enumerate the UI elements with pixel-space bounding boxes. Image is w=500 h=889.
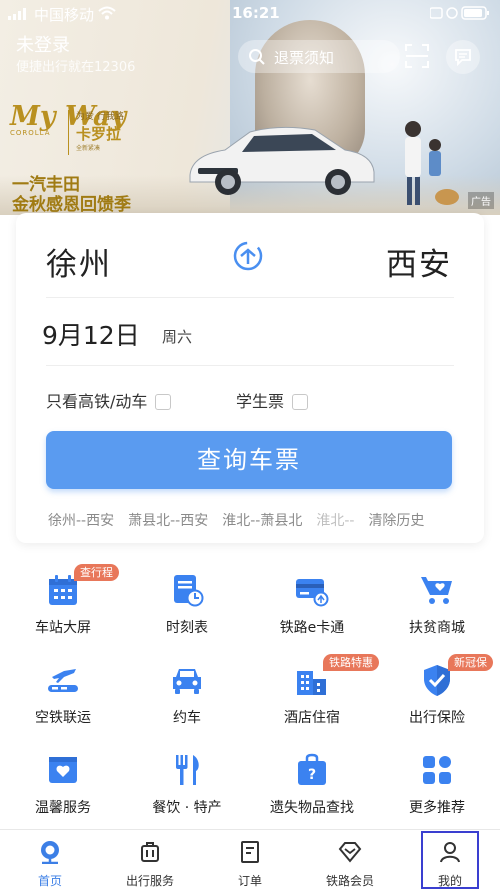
clear-history-button[interactable]: 清除历史 [368, 513, 424, 529]
service-label: 时刻表 [166, 620, 208, 636]
student-ticket-checkbox[interactable] [292, 394, 309, 410]
service-badge: 铁路特惠 [323, 654, 379, 671]
service-station-screen[interactable]: 查行程 车站大屏 [8, 564, 119, 653]
service-label: 温馨服务 [35, 800, 91, 816]
login-status[interactable]: 未登录 [16, 31, 70, 57]
history-item[interactable]: 萧县北--西安 [128, 513, 208, 529]
history-item[interactable]: 徐州--西安 [48, 513, 114, 529]
arrival-station[interactable]: 西安 [386, 239, 452, 284]
service-label: 约车 [173, 710, 201, 726]
order-icon [241, 841, 259, 863]
high-speed-only-label: 只看高铁/动车 [46, 392, 148, 411]
lost-found-icon: ? [298, 753, 326, 785]
service-label: 酒店住宿 [284, 710, 340, 726]
shopping-cart-icon [421, 577, 452, 604]
service-dining[interactable]: 餐饮 · 特产 [132, 753, 242, 833]
ad-banner[interactable]: My Way COROLLA 为爱 行我路 卡罗拉 全新紧凑 一汽丰田 金秋感恩… [0, 0, 500, 215]
service-label: 铁路e卡通 [279, 620, 345, 636]
service-badge: 新冠保 [448, 654, 493, 671]
scan-icon[interactable] [403, 42, 431, 70]
luggage-icon [141, 842, 159, 862]
service-poverty-mall[interactable]: 扶贫商城 [382, 573, 492, 653]
family-illustration [405, 121, 459, 205]
ticket-search-card: 徐州 西安 9月12日 周六 只看高铁/动车 学生票 查询车票 徐州--西安 萧县… [16, 213, 484, 543]
brand-model-sub: 全新紧凑 [76, 145, 101, 152]
status-bar: 中国移动 16:21 [0, 0, 500, 26]
history-item[interactable]: 淮北-- [316, 513, 354, 529]
high-speed-only-checkbox[interactable] [155, 394, 172, 410]
signal-icon [8, 8, 26, 20]
ecard-icon [296, 579, 329, 607]
service-ecard[interactable]: 铁路e卡通 [257, 573, 367, 653]
brand-model: 卡罗拉 [76, 125, 122, 143]
departure-station[interactable]: 徐州 [46, 239, 112, 284]
ad-tag: 广告 [468, 192, 494, 209]
wifi-icon [98, 6, 116, 20]
swap-stations-icon[interactable] [229, 237, 267, 275]
tab-label: 铁路会员 [325, 874, 374, 888]
bottom-tab-bar: 首页 出行服务 订单 铁路会员 我的 [0, 829, 500, 889]
brand-slogan: 为爱 行我路 [76, 112, 124, 122]
high-speed-only-option[interactable]: 只看高铁/动车 [46, 388, 172, 412]
more-grid-icon [423, 756, 451, 784]
service-air-rail[interactable]: 空铁联运 [8, 663, 118, 743]
svg-text:?: ? [308, 767, 316, 783]
service-hotel[interactable]: 铁路特惠 酒店住宿 [257, 654, 379, 743]
service-more[interactable]: 更多推荐 [382, 753, 492, 833]
service-label: 车站大屏 [35, 620, 91, 636]
message-icon [455, 49, 471, 66]
service-car-hailing[interactable]: 约车 [132, 663, 242, 743]
car-illustration [189, 126, 375, 195]
student-ticket-option[interactable]: 学生票 [236, 388, 309, 412]
tab-membership[interactable]: 铁路会员 [300, 830, 400, 889]
service-lost-found[interactable]: ? 遗失物品查找 [257, 753, 367, 833]
highlight-frame [421, 831, 479, 889]
travel-weekday[interactable]: 周六 [162, 326, 192, 347]
student-ticket-label: 学生票 [236, 392, 285, 411]
app-tagline: 便捷出行就在12306 [16, 60, 136, 75]
diamond-icon [338, 842, 362, 863]
tab-label: 首页 [37, 874, 62, 888]
divider [46, 297, 454, 298]
brand-faw: 一汽丰田 金秋感恩回馈季 [12, 175, 131, 215]
brand-divider [68, 110, 69, 155]
car-icon [173, 669, 201, 694]
tab-home[interactable]: 首页 [0, 830, 100, 889]
search-icon [249, 49, 265, 65]
travel-date[interactable]: 9月12日 [42, 316, 140, 352]
service-label: 遗失物品查找 [270, 800, 354, 816]
tab-label: 出行服务 [125, 874, 174, 888]
search-history: 徐州--西安 萧县北--西安 淮北--萧县北 淮北-- 清除历史 [48, 510, 458, 530]
service-badge: 查行程 [74, 564, 119, 581]
service-insurance[interactable]: 新冠保 出行保险 [382, 654, 493, 743]
battery-icon [430, 6, 489, 20]
message-button[interactable] [446, 40, 480, 74]
clock: 16:21 [232, 4, 280, 22]
faw-line2: 金秋感恩回馈季 [12, 195, 131, 215]
service-label: 出行保险 [409, 710, 465, 726]
home-icon [41, 841, 59, 864]
tab-orders[interactable]: 订单 [200, 830, 300, 889]
dining-icon [176, 755, 199, 785]
service-label: 更多推荐 [409, 800, 465, 816]
service-warm-care[interactable]: 温馨服务 [8, 753, 118, 833]
service-label: 餐饮 · 特产 [152, 800, 222, 816]
service-label: 扶贫商城 [409, 620, 465, 636]
heart-box-icon [49, 757, 77, 783]
service-timetable[interactable]: 时刻表 [132, 573, 242, 653]
banner-brand: My Way COROLLA 为爱 行我路 卡罗拉 全新紧凑 一汽丰田 金秋感恩… [10, 103, 180, 215]
faw-line1: 一汽丰田 [12, 175, 80, 195]
divider [46, 365, 454, 366]
query-tickets-button[interactable]: 查询车票 [46, 431, 452, 489]
carrier-name: 中国移动 [34, 6, 95, 24]
timetable-icon [174, 575, 204, 607]
tab-label: 订单 [237, 874, 262, 888]
history-item[interactable]: 淮北--萧县北 [222, 513, 302, 529]
plane-train-icon [48, 669, 78, 692]
refund-notice-search[interactable]: 退票须知 [238, 40, 400, 73]
search-label: 退票须知 [274, 49, 335, 67]
tab-travel-services[interactable]: 出行服务 [100, 830, 200, 889]
service-label: 空铁联运 [35, 710, 91, 726]
